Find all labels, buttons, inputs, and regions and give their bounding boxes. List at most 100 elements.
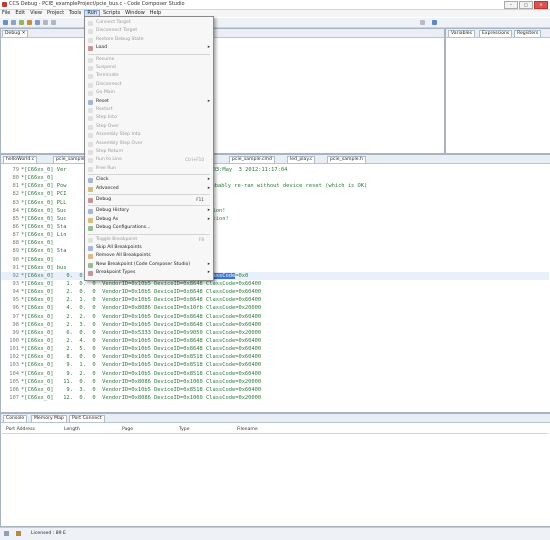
close-button[interactable]: ✕ xyxy=(534,1,548,9)
tab-console[interactable]: Console xyxy=(3,415,28,422)
tab-led-play[interactable]: led_play.c xyxy=(287,156,316,163)
menu-item-advanced[interactable]: Advanced ▸ xyxy=(85,185,213,193)
menu-item-skip-all-breakpoints[interactable]: Skip All Breakpoints xyxy=(85,244,213,252)
maximize-button[interactable]: □ xyxy=(519,1,533,9)
back-icon[interactable] xyxy=(43,20,48,25)
perspective-icon[interactable] xyxy=(420,20,425,25)
line-text: *[C66xx_0] 1. 0. 0 VendorID=0x10b5 Devic… xyxy=(21,280,262,287)
menu-item-run-to-line[interactable]: Run to Line Ctrl+F10 xyxy=(85,156,213,164)
menu-item-assembly-step-over[interactable]: Assembly Step Over xyxy=(85,140,213,148)
editor-line[interactable]: 99 *[C66xx_0] 6. 0. 0 VendorID=0x5333 Dev… xyxy=(1,329,549,337)
line-tail-text: probably re-ran without device reset (wh… xyxy=(205,183,368,190)
menu-item-restore-debug-state[interactable]: Restore Debug State xyxy=(85,36,213,44)
editor-line[interactable]: 107 *[C66xx_0] 12. 0. 0 VendorID=0x8086 D… xyxy=(1,394,549,402)
editor-line[interactable]: 93 *[C66xx_0] 1. 0. 0 VendorID=0x10b5 Dev… xyxy=(1,280,549,288)
menu-file[interactable]: File xyxy=(0,10,12,17)
menu-item-toggle-breakpoint[interactable]: Toggle Breakpoint F8 xyxy=(85,236,213,244)
col-page[interactable]: Page xyxy=(122,427,133,432)
menu-item-disconnect-target[interactable]: Disconnect Target xyxy=(85,27,213,35)
editor-line[interactable]: 97 *[C66xx_0] 2. 2. 0 VendorID=0x10b5 Dev… xyxy=(1,313,549,321)
window-title: CCS Debug - PCIE_exampleProject/pcie_bus… xyxy=(9,1,185,7)
menu-item-load[interactable]: Load ▸ xyxy=(85,44,213,52)
editor-line[interactable]: 105 *[C66xx_0] 11. 0. 0 VendorID=0x8086 D… xyxy=(1,378,549,386)
free-run-icon xyxy=(88,166,93,172)
menu-item-debug-configurations[interactable]: Debug Configurations... xyxy=(85,224,213,232)
tab-expressions[interactable]: Expressions xyxy=(479,30,513,37)
line-number: 97 xyxy=(12,313,20,320)
debug-history-icon xyxy=(88,209,93,215)
menu-item-label: Debug xyxy=(96,197,112,202)
menu-item-restart[interactable]: Restart xyxy=(85,106,213,114)
new-icon[interactable] xyxy=(3,20,8,25)
editor-line[interactable]: 100 *[C66xx_0] 2. 4. 0 VendorID=0x10b5 De… xyxy=(1,337,549,345)
menu-item-disconnect[interactable]: Disconnect xyxy=(85,81,213,89)
menu-item-connect-target[interactable]: Connect Target xyxy=(85,19,213,27)
menu-item-debug-as[interactable]: Debug As ▸ xyxy=(85,216,213,224)
tab-registers[interactable]: Registers xyxy=(514,30,542,37)
col-filename[interactable]: Filename xyxy=(237,427,258,432)
menu-item-clock[interactable]: Clock ▸ xyxy=(85,176,213,184)
menu-view[interactable]: View xyxy=(28,10,44,17)
col-port-address[interactable]: Port Address xyxy=(6,427,35,432)
menu-item-label: Suspend xyxy=(96,65,116,70)
col-type[interactable]: Type xyxy=(179,427,190,432)
tab-variables[interactable]: Variables xyxy=(448,30,475,37)
menu-item-debug-history[interactable]: Debug History ▸ xyxy=(85,207,213,215)
ccs-debug-perspective-icon[interactable] xyxy=(432,20,437,25)
tab-debug[interactable]: Debug ✕ xyxy=(2,30,29,37)
tab-pcie-sample-cmd[interactable]: pcie_sample.cmd xyxy=(229,156,275,163)
col-length[interactable]: Length xyxy=(64,427,80,432)
line-number: 88 xyxy=(12,240,20,247)
editor-line[interactable]: 101 *[C66xx_0] 2. 5. 0 VendorID=0x10b5 De… xyxy=(1,345,549,353)
editor-line[interactable]: 95 *[C66xx_0] 2. 1. 0 VendorID=0x10b5 Dev… xyxy=(1,296,549,304)
menu-item-step-return[interactable]: Step Return xyxy=(85,148,213,156)
search-icon[interactable] xyxy=(35,20,40,25)
menu-edit[interactable]: Edit xyxy=(13,10,27,17)
editor-line[interactable]: 104 *[C66xx_0] 9. 2. 0 VendorID=0x10b5 De… xyxy=(1,370,549,378)
menu-project[interactable]: Project xyxy=(45,10,66,17)
tab-helloworld[interactable]: helloWorld.c xyxy=(3,156,38,163)
editor-line[interactable]: 96 *[C66xx_0] 4. 0. 0 VendorID=0x8086 Dev… xyxy=(1,304,549,312)
build-icon[interactable] xyxy=(19,20,24,25)
menu-separator xyxy=(88,233,210,235)
step-return-icon xyxy=(88,150,93,155)
menu-item-suspend[interactable]: Suspend xyxy=(85,64,213,72)
menu-item-step-into[interactable]: Step Into xyxy=(85,114,213,122)
editor-line[interactable]: 102 *[C66xx_0] 8. 0. 0 VendorID=0x10b5 De… xyxy=(1,353,549,361)
line-number: 91 xyxy=(12,264,20,271)
menu-item-remove-all-breakpoints[interactable]: Remove All Breakpoints xyxy=(85,252,213,260)
menu-item-step-over[interactable]: Step Over xyxy=(85,123,213,131)
menu-item-go-main[interactable]: Go Main xyxy=(85,89,213,97)
tab-port-connect[interactable]: Port Connect xyxy=(69,415,105,422)
editor-line[interactable]: 103 *[C66xx_0] 9. 1. 0 VendorID=0x10b5 De… xyxy=(1,361,549,369)
forward-icon[interactable] xyxy=(51,20,56,25)
disconnect-target-icon xyxy=(88,29,93,35)
menu-item-reset[interactable]: Reset ▸ xyxy=(85,98,213,106)
menu-item-terminate[interactable]: Terminate xyxy=(85,72,213,80)
save-icon[interactable] xyxy=(11,20,16,25)
remove-all-breakpoints-icon xyxy=(88,254,93,260)
debug-icon[interactable] xyxy=(27,20,32,25)
menu-separator xyxy=(88,194,210,195)
menu-item-free-run[interactable]: Free Run xyxy=(85,165,213,173)
line-number: 94 xyxy=(12,289,20,296)
line-number: 89 xyxy=(12,248,20,255)
status-icon xyxy=(4,531,9,536)
restore-debug-state-icon xyxy=(88,37,93,43)
reset-icon xyxy=(88,99,93,105)
menu-item-label: Reset xyxy=(96,98,109,104)
menu-item-new-breakpoint-code-composer-studio[interactable]: New Breakpoint (Code Composer Studio) ▸ xyxy=(85,261,213,269)
minimize-button[interactable]: – xyxy=(504,1,518,9)
editor-line[interactable]: 98 *[C66xx_0] 2. 3. 0 VendorID=0x10b5 Dev… xyxy=(1,321,549,329)
menu-item-assembly-step-into[interactable]: Assembly Step Into xyxy=(85,131,213,139)
toolbar xyxy=(0,18,550,28)
menu-item-resume[interactable]: Resume xyxy=(85,56,213,64)
menu-item-breakpoint-types[interactable]: Breakpoint Types ▸ xyxy=(85,269,213,277)
editor-line[interactable]: 106 *[C66xx_0] 9. 3. 0 VendorID=0x10b5 De… xyxy=(1,386,549,394)
tab-pcie-sample-h[interactable]: pcie_sample.h xyxy=(327,156,366,163)
editor-line[interactable]: 94 *[C66xx_0] 2. 0. 0 VendorID=0x10b5 Dev… xyxy=(1,288,549,296)
menu-item-debug[interactable]: Debug F11 xyxy=(85,196,213,204)
menu-tools[interactable]: Tools xyxy=(67,10,83,17)
debug-as-icon xyxy=(88,217,93,223)
tab-memory-map[interactable]: Memory Map xyxy=(31,415,67,422)
